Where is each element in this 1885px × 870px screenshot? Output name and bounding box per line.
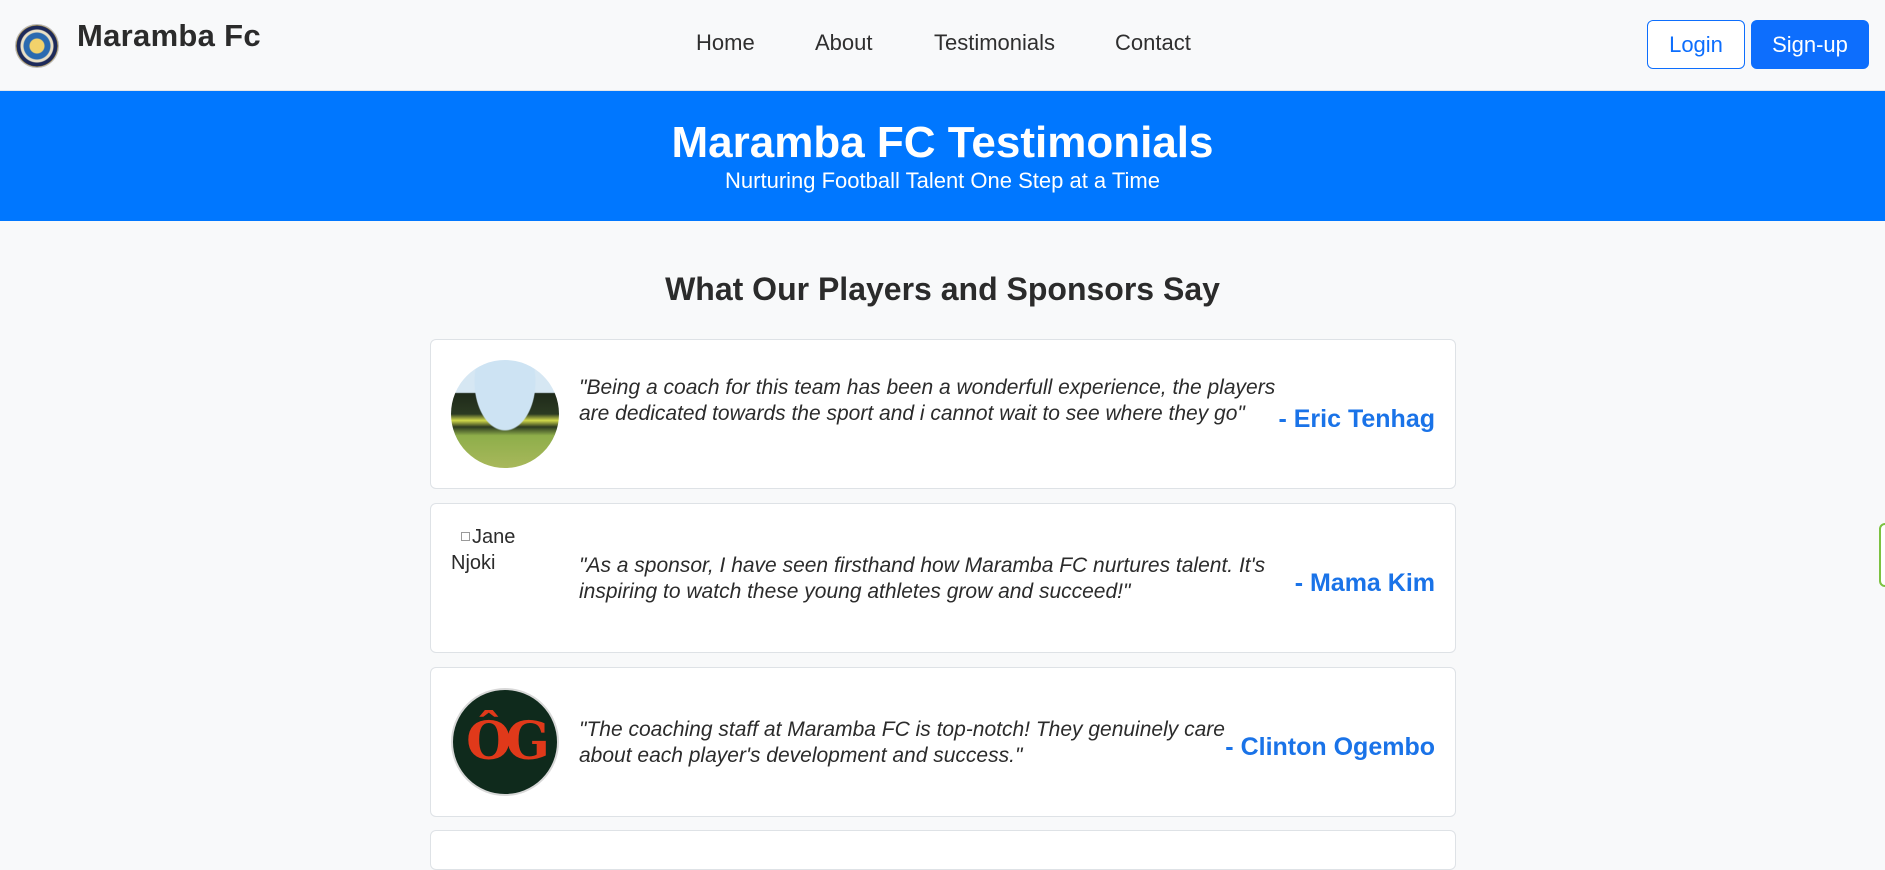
hero-subtitle: Nurturing Football Talent One Step at a … <box>725 168 1160 193</box>
nav-contact-link[interactable]: Contact <box>1115 30 1191 56</box>
testimonial-card: Jane Njoki "As a sponsor, I have seen fi… <box>430 503 1456 653</box>
testimonial-author: - Clinton Ogembo <box>1225 733 1435 761</box>
testimonial-card: ÔG "The coaching staff at Maramba FC is … <box>430 667 1456 817</box>
og-logo-avatar: ÔG <box>451 688 559 796</box>
login-button[interactable]: Login <box>1647 20 1745 69</box>
signup-button[interactable]: Sign-up <box>1751 20 1869 69</box>
broken-image-icon <box>461 532 470 541</box>
hero-title: Maramba FC Testimonials <box>671 118 1214 167</box>
nav-testimonials-link[interactable]: Testimonials <box>934 30 1055 56</box>
testimonial-quote: "Being a coach for this team has been a … <box>579 376 1276 425</box>
broken-image-avatar: Jane Njoki <box>451 524 559 632</box>
testimonial-author: - Eric Tenhag <box>1278 405 1435 433</box>
hero-banner: Maramba FC Testimonials Nurturing Footba… <box>0 91 1885 221</box>
nav-about-link[interactable]: About <box>815 30 873 56</box>
testimonial-card-partial <box>430 830 1456 870</box>
testimonial-quote: "The coaching staff at Maramba FC is top… <box>579 718 1225 767</box>
navbar: Maramba Fc Home About Testimonials Conta… <box>0 0 1885 91</box>
testimonial-quote: "As a sponsor, I have seen firsthand how… <box>579 554 1266 603</box>
avatar-alt-text: Jane Njoki <box>451 524 559 576</box>
section-title: What Our Players and Sponsors Say <box>665 271 1220 307</box>
team-photo-avatar <box>451 360 559 468</box>
testimonial-author: - Mama Kim <box>1294 569 1435 597</box>
testimonial-card: "Being a coach for this team has been a … <box>430 339 1456 489</box>
nav-home-link[interactable]: Home <box>696 30 755 56</box>
side-widget-tab[interactable] <box>1879 523 1885 587</box>
og-logo-mark: ÔG <box>466 711 550 772</box>
nav-links: Home About Testimonials Contact <box>0 30 1885 60</box>
